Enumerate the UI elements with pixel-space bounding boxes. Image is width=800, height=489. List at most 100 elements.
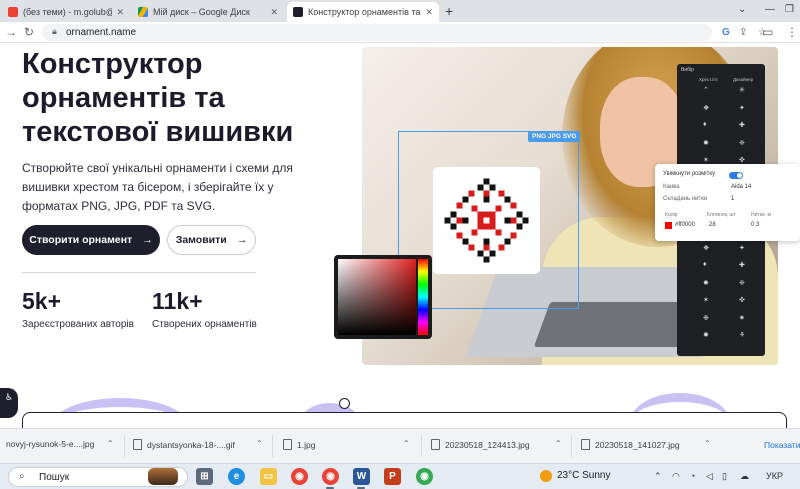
- arrow-right-icon: →: [236, 234, 248, 246]
- extension-square-icon[interactable]: ▭: [762, 25, 773, 39]
- stitch-pattern-icon[interactable]: ✶: [703, 156, 709, 164]
- stitch-pattern-icon[interactable]: ✳: [739, 86, 745, 94]
- stitch-pattern-icon[interactable]: ⌃: [703, 86, 709, 94]
- stitch-pattern-icon[interactable]: ⚘: [739, 331, 745, 339]
- thread-length-header: Нитки, м: [751, 212, 771, 218]
- stitch-pattern-icon[interactable]: ✜: [739, 156, 745, 164]
- canvas-value: Aida 14: [731, 184, 752, 190]
- stitch-pattern-icon[interactable]: ✹: [703, 331, 709, 339]
- order-button[interactable]: Замовити →: [167, 225, 256, 255]
- stitch-count-value: 28: [709, 222, 716, 228]
- tray-chevron-icon[interactable]: ⌃: [654, 471, 662, 482]
- divider: [124, 435, 125, 457]
- minimize-icon[interactable]: —: [765, 4, 775, 15]
- chevron-up-icon[interactable]: ⌃: [555, 439, 562, 448]
- stitch-pattern-icon[interactable]: ✚: [739, 121, 745, 129]
- battery-icon[interactable]: ▯: [722, 471, 727, 482]
- stat-ornaments-value: 11k+: [152, 288, 203, 314]
- task-view-icon[interactable]: ⊞: [196, 468, 213, 485]
- stitch-pattern-icon[interactable]: ❖: [703, 104, 709, 112]
- weather-sun-icon[interactable]: [540, 470, 552, 482]
- input-language[interactable]: УКР: [766, 471, 783, 481]
- show-all-downloads-link[interactable]: Показати: [764, 440, 800, 450]
- close-icon[interactable]: ✕: [425, 7, 433, 18]
- wifi-icon[interactable]: ◔: [690, 471, 695, 481]
- stitch-pattern-icon[interactable]: ✸: [703, 139, 709, 147]
- edge-icon[interactable]: e: [228, 468, 245, 485]
- markup-toggle-label: Увімкнути розмітку: [663, 171, 716, 177]
- divider: [22, 272, 256, 273]
- chrome-profile-icon[interactable]: ◉: [416, 468, 433, 485]
- canvas-label: Канва: [663, 184, 680, 190]
- chrome-icon[interactable]: ◉: [291, 468, 308, 485]
- hue-slider: [418, 259, 428, 335]
- tab-search-chevron-icon[interactable]: ⌄: [738, 4, 746, 15]
- chevron-up-icon[interactable]: ⌃: [256, 439, 263, 448]
- share-icon[interactable]: ⇪: [739, 27, 747, 38]
- cross-stitch-ornament-icon: [444, 178, 529, 263]
- weather-text[interactable]: 23°C Sunny: [557, 470, 610, 481]
- stitch-pattern-icon[interactable]: ✸: [703, 279, 709, 287]
- stitch-pattern-icon[interactable]: ❈: [739, 139, 745, 147]
- chevron-up-icon[interactable]: ⌃: [704, 439, 711, 448]
- close-icon[interactable]: ✕: [270, 7, 278, 18]
- menu-kebab-icon[interactable]: ⋮: [786, 25, 798, 39]
- file-icon: [581, 439, 590, 450]
- color-hex-value: #ff0000: [675, 222, 695, 228]
- formats-badge: PNG JPG SVG: [528, 131, 581, 142]
- stitch-pattern-icon[interactable]: ✶: [703, 296, 709, 304]
- browser-tab-strip: (без теми) - m.golub@ippo.edu.ua ✕ Мій д…: [0, 0, 800, 22]
- new-tab-plus-icon[interactable]: +: [445, 3, 453, 19]
- tab-google-drive[interactable]: Мій диск – Google Диск ✕: [132, 2, 284, 22]
- stitch-pattern-icon[interactable]: ✦: [739, 104, 745, 112]
- ornament-site-icon: [293, 7, 303, 17]
- network-icon[interactable]: ◠: [672, 471, 680, 482]
- stat-ornaments-label: Створених орнаментів: [152, 319, 257, 330]
- divider: [421, 435, 422, 457]
- threads-label: Складань нитки: [663, 196, 708, 202]
- stitch-pattern-icon[interactable]: ✚: [739, 261, 745, 269]
- powerpoint-icon[interactable]: P: [384, 468, 401, 485]
- tab-gmail[interactable]: (без теми) - m.golub@ippo.edu.ua ✕: [2, 2, 130, 22]
- back-arrow-icon[interactable]: →: [5, 25, 17, 39]
- stitch-pattern-icon[interactable]: ❈: [739, 279, 745, 287]
- google-lens-icon[interactable]: G: [722, 27, 730, 38]
- address-bar[interactable]: 🔒︎ ornament.name G ⇪ ☆: [42, 24, 767, 41]
- stitch-pattern-icon[interactable]: ✜: [739, 296, 745, 304]
- stat-authors-label: Зареєстрованих авторів: [22, 319, 134, 330]
- tab-ornament[interactable]: Конструктор орнаментів та текстової виши…: [287, 2, 439, 22]
- download-item[interactable]: 1.jpg: [283, 439, 315, 450]
- stitch-pattern-icon[interactable]: ❉: [703, 314, 709, 322]
- chevron-up-icon[interactable]: ⌃: [403, 439, 410, 448]
- download-filename: 1.jpg: [297, 439, 316, 450]
- create-ornament-button[interactable]: Створити орнамент →: [22, 225, 160, 255]
- chrome-icon[interactable]: ◉: [322, 468, 339, 485]
- restore-icon[interactable]: ❐: [785, 4, 794, 15]
- markup-toggle[interactable]: [729, 172, 743, 179]
- download-item[interactable]: 20230518_141027.jpg: [581, 439, 680, 450]
- stitch-pattern-icon[interactable]: ✷: [739, 314, 745, 322]
- reload-icon[interactable]: ↻: [24, 25, 34, 39]
- stitch-pattern-icon[interactable]: ♦: [703, 121, 707, 128]
- accessibility-icon[interactable]: ♿︎: [0, 388, 18, 418]
- tab-label: (без теми) - m.golub@ippo.edu.ua: [23, 7, 112, 17]
- stitch-pattern-icon[interactable]: ♦: [703, 261, 707, 268]
- download-item[interactable]: dystantsyonka-18-....gif: [133, 439, 235, 450]
- close-icon[interactable]: ✕: [116, 7, 124, 18]
- carousel-dot[interactable]: [339, 398, 350, 409]
- url-text[interactable]: ornament.name: [66, 27, 136, 38]
- news-widget-icon[interactable]: [148, 468, 178, 485]
- volume-icon[interactable]: ◁: [706, 471, 713, 482]
- create-ornament-label: Створити орнамент: [29, 234, 133, 246]
- stitch-pattern-icon[interactable]: ✦: [739, 244, 745, 252]
- word-icon[interactable]: W: [353, 468, 370, 485]
- order-label: Замовити: [175, 234, 227, 246]
- file-explorer-icon[interactable]: ▭: [260, 468, 277, 485]
- google-drive-icon: [138, 7, 148, 17]
- palette-title: Вибір: [681, 67, 694, 73]
- stitch-pattern-icon[interactable]: ❖: [703, 244, 709, 252]
- download-item[interactable]: novyj-rysunok-5-e....jpg: [6, 439, 94, 449]
- cloud-icon[interactable]: ☁: [740, 471, 749, 482]
- chevron-up-icon[interactable]: ⌃: [107, 439, 114, 448]
- download-item[interactable]: 20230518_124413.jpg: [431, 439, 530, 450]
